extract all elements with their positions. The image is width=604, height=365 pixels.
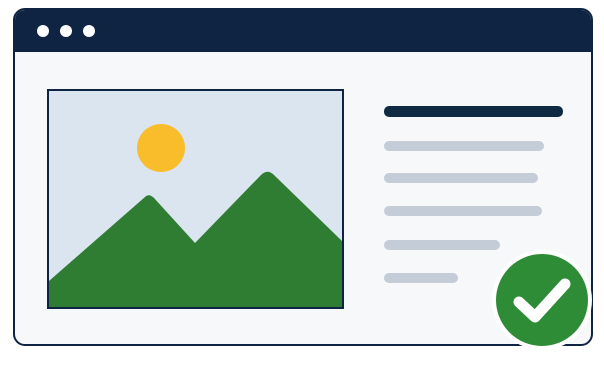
window-control-dot-icon[interactable]	[83, 25, 95, 37]
window-control-dot-icon[interactable]	[37, 25, 49, 37]
landscape-image-icon	[49, 91, 342, 307]
text-line	[384, 141, 544, 151]
title-bar	[15, 10, 591, 52]
success-check-badge	[492, 250, 592, 350]
illustration-canvas	[0, 0, 604, 365]
text-line	[384, 173, 538, 183]
heading-line	[384, 106, 563, 117]
window-control-dot-icon[interactable]	[60, 25, 72, 37]
text-line	[384, 206, 542, 216]
text-line	[384, 240, 500, 250]
image-placeholder	[47, 89, 344, 309]
badge-circle	[492, 250, 592, 350]
text-line	[384, 273, 458, 283]
sun-icon	[137, 124, 185, 172]
